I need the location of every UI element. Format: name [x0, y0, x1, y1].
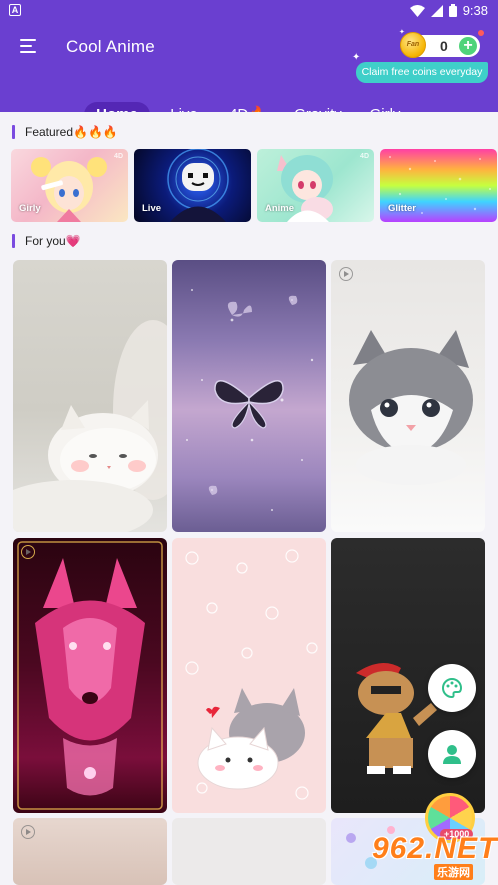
coin-icon: Fan: [400, 32, 426, 58]
battery-icon: [448, 4, 457, 17]
profile-button[interactable]: [428, 730, 476, 778]
watermark-logo-text: 962.NET: [372, 832, 498, 865]
video-indicator-icon: [21, 545, 35, 559]
featured-card-girly[interactable]: 4D Girly: [11, 149, 128, 222]
add-coins-button[interactable]: +: [459, 37, 477, 55]
featured-header: Featured🔥🔥🔥: [12, 124, 118, 140]
wallpaper-tile[interactable]: [172, 260, 326, 532]
wallpaper-tile[interactable]: [13, 260, 167, 532]
clock-text: 9:38: [462, 3, 488, 18]
signal-icon: [430, 4, 443, 17]
app-title: Cool Anime: [66, 37, 155, 56]
featured-card-live[interactable]: Live: [134, 149, 251, 222]
menu-icon-line: [20, 39, 36, 41]
for-you-header: For you💗: [12, 233, 81, 249]
wallpaper-tile[interactable]: [331, 260, 485, 532]
app-notification-icon: A: [9, 4, 21, 16]
4d-badge: 4D: [360, 153, 369, 160]
4d-badge: 4D: [114, 153, 123, 160]
menu-icon-line: [20, 51, 36, 53]
wifi-icon: [409, 4, 425, 17]
wallpaper-tile[interactable]: [13, 818, 167, 885]
featured-card-glitter[interactable]: Glitter: [380, 149, 497, 222]
wallpaper-tile[interactable]: [13, 538, 167, 813]
section-accent-bar: [12, 234, 15, 248]
cute-cats-artwork: [185, 549, 318, 800]
palette-icon: [442, 677, 463, 699]
white-cat-artwork: [13, 320, 167, 532]
butterfly-artwork: [186, 289, 314, 511]
app-bar: Cool Anime ✦ ✦ Fan 0 + Claim free coins …: [0, 22, 498, 128]
site-watermark: 962.NET 乐游网: [358, 818, 498, 880]
notification-dot: [478, 30, 484, 36]
featured-card-anime[interactable]: 4D Anime: [257, 149, 374, 222]
user-icon: [443, 745, 461, 764]
coin-balance-pill[interactable]: Fan 0 +: [400, 30, 484, 58]
neon-wolf-artwork: [17, 541, 163, 810]
menu-button[interactable]: [20, 39, 40, 55]
menu-icon-line: [20, 45, 32, 47]
video-indicator-icon: [21, 825, 35, 839]
watermark-sub-text: 乐游网: [434, 864, 473, 880]
featured-label: Anime: [265, 203, 295, 214]
create-wallpaper-button[interactable]: [428, 664, 476, 712]
featured-label: Girly: [19, 203, 41, 214]
video-indicator-icon: [339, 267, 353, 281]
wallpaper-tile[interactable]: [172, 538, 326, 813]
featured-label: Glitter: [388, 203, 416, 214]
wallpaper-tile[interactable]: [172, 818, 326, 885]
section-accent-bar: [12, 125, 15, 139]
featured-label: Live: [142, 203, 162, 214]
grey-kitten-artwork: [349, 330, 473, 485]
featured-title: Featured🔥🔥🔥: [25, 125, 118, 139]
claim-coins-badge[interactable]: Claim free coins everyday: [356, 62, 488, 83]
coin-count: 0: [440, 38, 448, 54]
system-icons: 9:38: [409, 3, 488, 18]
sparkle-icon: ✦: [352, 52, 361, 63]
for-you-title: For you💗: [25, 234, 81, 248]
status-bar: A 9:38: [0, 0, 498, 22]
